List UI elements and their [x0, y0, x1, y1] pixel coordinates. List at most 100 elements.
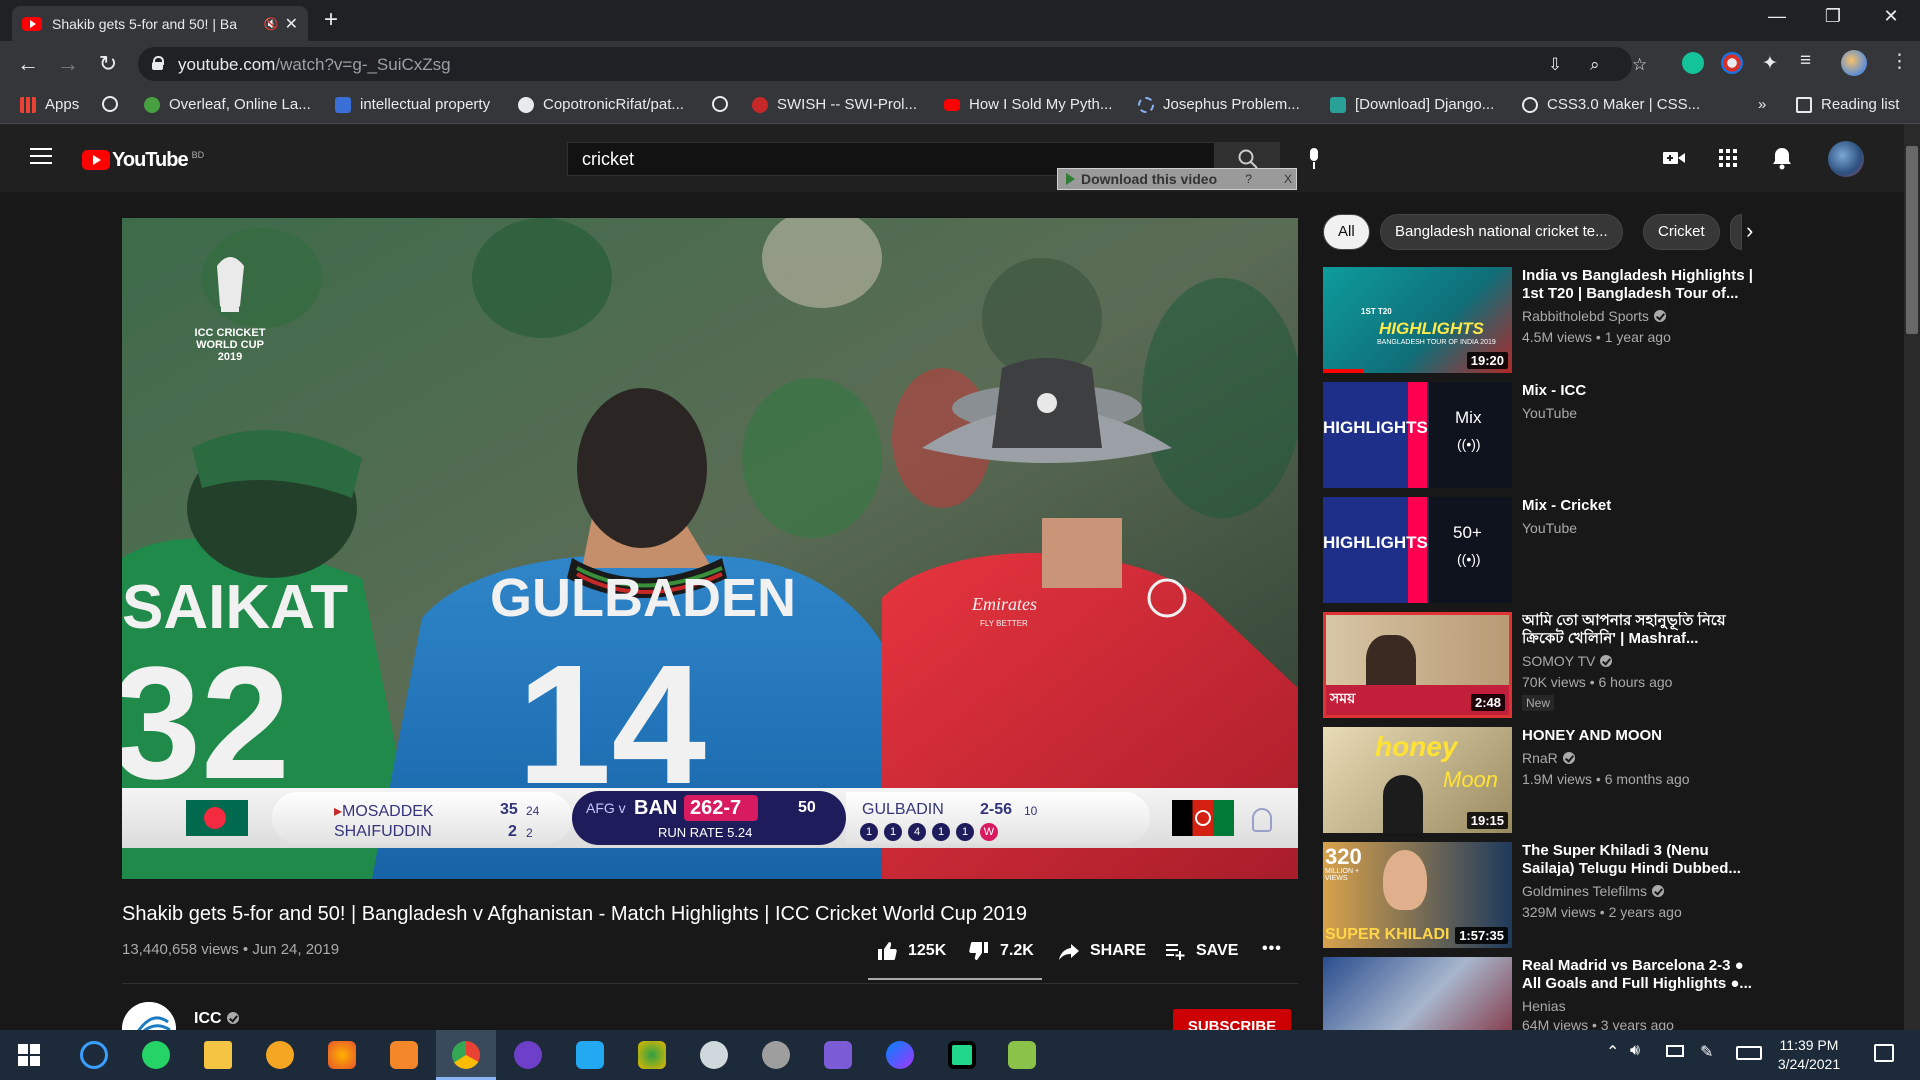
- video-title[interactable]: The Super Khiladi 3 (Nenu Sailaja) Telug…: [1522, 842, 1762, 878]
- channel-name[interactable]: RnaR: [1522, 750, 1575, 766]
- channel-name[interactable]: Rabbitholebd Sports: [1522, 308, 1666, 324]
- like-button[interactable]: 125K: [876, 940, 946, 962]
- cortana-search-icon[interactable]: [80, 1041, 108, 1069]
- mix-playlist[interactable]: HIGHLIGHTS Mix ((•)) Mix - ICC YouTube: [1323, 382, 1763, 488]
- bookmark-github[interactable]: CopotronicRifat/pat...: [518, 96, 684, 113]
- lock-icon[interactable]: [152, 56, 164, 70]
- voice-search-mic-icon[interactable]: [1308, 148, 1320, 170]
- bookmark-globe-2[interactable]: [712, 96, 737, 112]
- bookmark-overleaf[interactable]: Overleaf, Online La...: [144, 96, 311, 113]
- bookmark-globe-1[interactable]: [102, 96, 127, 112]
- video-title[interactable]: Mix - ICC: [1522, 382, 1762, 400]
- download-close[interactable]: X: [1284, 172, 1292, 186]
- chip-partial[interactable]: [1730, 214, 1742, 250]
- hamburger-menu-icon[interactable]: [30, 148, 52, 166]
- apps-grid-icon[interactable]: [1714, 144, 1742, 172]
- recommended-video[interactable]: honey Moon 19:15 HONEY AND MOON RnaR 1.9…: [1323, 727, 1763, 833]
- channel-name[interactable]: Goldmines Telefilms: [1522, 883, 1665, 899]
- chip-bangladesh-cricket[interactable]: Bangladesh national cricket te...: [1380, 214, 1623, 250]
- profile-avatar[interactable]: [1841, 50, 1867, 76]
- app-icon[interactable]: [390, 1041, 418, 1069]
- channel-name[interactable]: YouTube: [1522, 520, 1577, 536]
- close-window-button[interactable]: ✕: [1876, 6, 1906, 27]
- more-actions-button[interactable]: •••: [1262, 940, 1282, 958]
- video-title[interactable]: Mix - Cricket: [1522, 497, 1762, 515]
- github-desktop-icon[interactable]: [514, 1041, 542, 1069]
- channel-name[interactable]: Henias: [1522, 998, 1566, 1014]
- video-thumbnail[interactable]: সময় 2:48: [1323, 612, 1512, 718]
- vscode-icon[interactable]: [576, 1041, 604, 1069]
- video-title[interactable]: Real Madrid vs Barcelona 2-3 ● All Goals…: [1522, 957, 1762, 993]
- reload-button[interactable]: ↻: [94, 51, 122, 77]
- video-thumbnail[interactable]: 320 MILLION + VIEWS SUPER KHILADI 1:57:3…: [1323, 842, 1512, 948]
- recommended-video[interactable]: Real Madrid vs Barcelona 2-3 ● All Goals…: [1323, 957, 1763, 1030]
- video-player[interactable]: SAIKAT 32 GULBADEN 14 Emirates FLY BETTE…: [122, 218, 1298, 879]
- messenger-icon[interactable]: [886, 1041, 914, 1069]
- media-control-icon[interactable]: ≡: [1800, 50, 1811, 72]
- chrome-menu-icon[interactable]: ⋮: [1890, 50, 1909, 73]
- recommended-video[interactable]: 1ST T20 HIGHLIGHTS BANGLADESH TOUR OF IN…: [1323, 267, 1763, 373]
- windows-start-icon[interactable]: [18, 1044, 40, 1066]
- recommended-video[interactable]: 320 MILLION + VIEWS SUPER KHILADI 1:57:3…: [1323, 842, 1763, 948]
- page-scrollbar-thumb[interactable]: [1906, 146, 1918, 334]
- volume-icon[interactable]: 🔊︎: [1630, 1042, 1640, 1060]
- video-thumbnail[interactable]: honey Moon 19:15: [1323, 727, 1512, 833]
- download-help[interactable]: ?: [1245, 172, 1252, 186]
- video-thumbnail[interactable]: 1ST T20 HIGHLIGHTS BANGLADESH TOUR OF IN…: [1323, 267, 1512, 373]
- bookmark-swish[interactable]: SWISH -- SWI-Prol...: [752, 96, 917, 113]
- clock[interactable]: 11:39 PM 3/24/2021: [1766, 1036, 1852, 1074]
- keyboard-icon[interactable]: [1736, 1046, 1762, 1060]
- mix-playlist[interactable]: HIGHLIGHTS 50+ ((•)) Mix - Cricket YouTu…: [1323, 497, 1763, 603]
- tab-close-icon[interactable]: ✕: [285, 14, 298, 34]
- pycharm-icon[interactable]: [948, 1041, 976, 1069]
- bookmark-apps[interactable]: Apps: [20, 96, 79, 113]
- channel-name[interactable]: SOMOY TV: [1522, 653, 1613, 669]
- shield-app-icon[interactable]: [266, 1041, 294, 1069]
- bookmark-josephus[interactable]: Josephus Problem...: [1138, 96, 1300, 113]
- recommended-video[interactable]: সময় 2:48 আমি তো আপনার সহানুভূতি নিয়ে ক…: [1323, 612, 1763, 718]
- visual-studio-icon[interactable]: [824, 1041, 852, 1069]
- whatsapp-icon[interactable]: [142, 1041, 170, 1069]
- account-avatar[interactable]: [1828, 141, 1864, 177]
- dislike-button[interactable]: 7.2K: [968, 940, 1034, 962]
- minimize-button[interactable]: —: [1762, 6, 1792, 27]
- bookmark-intellectual-property[interactable]: intellectual property: [335, 96, 490, 113]
- app-icon[interactable]: [1008, 1041, 1036, 1069]
- audio-muted-icon[interactable]: 🔇: [264, 17, 279, 31]
- channel-name[interactable]: YouTube: [1522, 405, 1577, 421]
- chrome-icon[interactable]: [452, 1041, 480, 1069]
- download-video-bar[interactable]: Download this video ? X: [1057, 168, 1297, 190]
- restore-button[interactable]: ❐: [1818, 6, 1848, 27]
- browser-tab[interactable]: Shakib gets 5-for and 50! | Ba 🔇 ✕: [12, 6, 308, 41]
- pen-icon[interactable]: ✎: [1700, 1042, 1713, 1062]
- video-title[interactable]: HONEY AND MOON: [1522, 727, 1762, 745]
- save-button[interactable]: SAVE: [1164, 940, 1238, 962]
- back-button[interactable]: ←: [14, 51, 42, 77]
- bookmarks-overflow[interactable]: »: [1758, 96, 1766, 113]
- app-icon[interactable]: [700, 1041, 728, 1069]
- bookmark-css-maker[interactable]: CSS3.0 Maker | CSS...: [1522, 96, 1700, 113]
- zoom-icon[interactable]: ⌕: [1590, 55, 1600, 75]
- video-title[interactable]: India vs Bangladesh Highlights | 1st T20…: [1522, 267, 1762, 303]
- video-thumbnail[interactable]: [1323, 957, 1512, 1030]
- extensions-puzzle-icon[interactable]: ✦: [1762, 52, 1778, 75]
- youtube-logo[interactable]: YouTube BD: [82, 150, 204, 170]
- install-app-icon[interactable]: ⇩: [1548, 55, 1562, 75]
- app-icon[interactable]: [762, 1041, 790, 1069]
- video-thumbnail[interactable]: HIGHLIGHTS 50+ ((•)): [1323, 497, 1512, 603]
- tray-chevron-icon[interactable]: ⌃: [1606, 1042, 1619, 1062]
- network-icon[interactable]: [1666, 1045, 1684, 1057]
- video-thumbnail[interactable]: HIGHLIGHTS Mix ((•)): [1323, 382, 1512, 488]
- new-tab-button[interactable]: +: [324, 8, 338, 32]
- address-bar[interactable]: youtube.com/watch?v=g-_SuiCxZsg ⇩ ⌕ ☆: [138, 47, 1647, 81]
- chip-all[interactable]: All: [1323, 214, 1370, 250]
- firefox-icon[interactable]: [328, 1041, 356, 1069]
- bookmark-django[interactable]: [Download] Django...: [1330, 96, 1494, 113]
- chip-cricket[interactable]: Cricket: [1643, 214, 1720, 250]
- grammarly-extension-icon[interactable]: [1682, 52, 1704, 74]
- search-input[interactable]: [568, 143, 1134, 175]
- channel-name[interactable]: ICC: [194, 1010, 239, 1028]
- reading-list[interactable]: Reading list: [1796, 96, 1899, 113]
- video-title[interactable]: আমি তো আপনার সহানুভূতি নিয়ে ক্রিকেট খেল…: [1522, 612, 1762, 648]
- extension-icon[interactable]: [1721, 52, 1743, 74]
